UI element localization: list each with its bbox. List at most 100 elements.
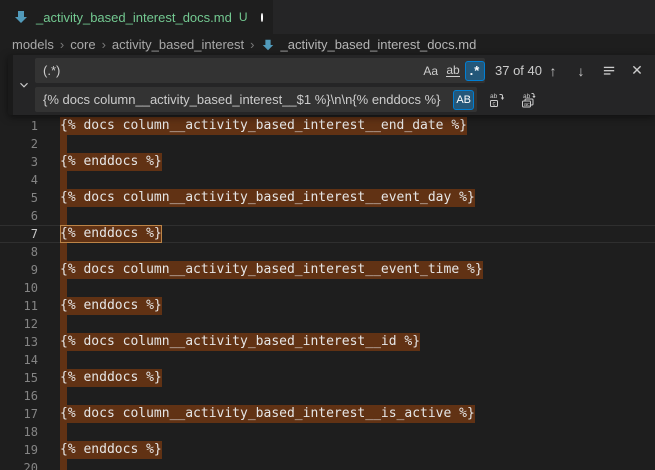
code-line[interactable]: 15 {% enddocs %} [0, 369, 655, 387]
code-line[interactable]: 19 {% enddocs %} [0, 441, 655, 459]
search-row: (.*) Aa ab .* 37 of 40 ↑ ↓ [35, 58, 655, 83]
code-line[interactable]: 9 {% docs column__activity_based_interest… [0, 261, 655, 279]
replace-input[interactable]: {% docs column__activity_based_interest_… [35, 87, 477, 112]
code-line[interactable]: 5 {% docs column__activity_based_interest… [0, 189, 655, 207]
svg-text:c: c [493, 101, 496, 107]
tab-bar: _activity_based_interest_docs.md U [0, 0, 655, 34]
code-line[interactable]: 2 [0, 135, 655, 153]
regex-button[interactable]: .* [465, 61, 485, 81]
find-match: {% docs column__activity_based_interest_… [60, 405, 475, 423]
find-match [60, 171, 67, 189]
code-line[interactable]: 14 [0, 351, 655, 369]
replace-row: {% docs column__activity_based_interest_… [35, 87, 655, 112]
find-match [60, 351, 67, 369]
arrow-up-icon: ↑ [550, 63, 557, 79]
find-match: {% enddocs %} [60, 369, 162, 387]
replace-value: {% docs column__activity_based_interest_… [43, 92, 451, 107]
code-line[interactable]: 4 [0, 171, 655, 189]
line-number: 8 [0, 243, 38, 261]
breadcrumb-item-file[interactable]: _activity_based_interest_docs.md [261, 37, 477, 52]
line-number: 9 [0, 261, 38, 279]
line-number: 1 [0, 117, 38, 135]
line-number: 5 [0, 189, 38, 207]
code-line[interactable]: 20 [0, 459, 655, 470]
find-match-current: {% enddocs %} [60, 225, 162, 243]
code-line[interactable]: 1 {% docs column__activity_based_interest… [0, 117, 655, 135]
arrow-down-icon: ↓ [578, 63, 585, 79]
unsaved-changes-dot-icon[interactable] [261, 13, 263, 22]
line-number: 4 [0, 171, 38, 189]
breadcrumb-item-core[interactable]: core [70, 37, 95, 52]
code-line[interactable]: 7 {% enddocs %} [0, 225, 655, 243]
replace-icon: ab c [489, 92, 505, 108]
markdown-file-icon [261, 38, 275, 52]
find-match: {% enddocs %} [60, 153, 162, 171]
breadcrumb: models › core › activity_based_interest … [0, 34, 655, 55]
find-match [60, 279, 67, 297]
code-line[interactable]: 17 {% docs column__activity_based_interes… [0, 405, 655, 423]
line-number: 15 [0, 369, 38, 387]
close-icon: ✕ [631, 62, 643, 79]
match-case-button[interactable]: Aa [420, 61, 441, 81]
line-number: 17 [0, 405, 38, 423]
tab-activity-docs[interactable]: _activity_based_interest_docs.md U [0, 0, 273, 34]
find-match: {% enddocs %} [60, 441, 162, 459]
line-number: 16 [0, 387, 38, 405]
line-number: 2 [0, 135, 38, 153]
whole-word-button[interactable]: ab [443, 61, 463, 81]
replace-all-icon: ab ac [520, 92, 536, 108]
line-number: 6 [0, 207, 38, 225]
line-number: 13 [0, 333, 38, 351]
find-match: {% enddocs %} [60, 297, 162, 315]
breadcrumb-item-activity-based-interest[interactable]: activity_based_interest [112, 37, 244, 52]
code-line[interactable]: 13 {% docs column__activity_based_interes… [0, 333, 655, 351]
match-count: 37 of 40 [495, 63, 542, 78]
find-match [60, 423, 67, 441]
replace-all-button[interactable]: ab ac [517, 89, 539, 111]
code-line[interactable]: 12 [0, 315, 655, 333]
find-match [60, 135, 67, 153]
code-line[interactable]: 8 [0, 243, 655, 261]
search-input[interactable]: (.*) Aa ab .* [35, 58, 485, 83]
preserve-case-button[interactable]: AB [453, 90, 474, 110]
breadcrumb-separator: › [102, 37, 106, 52]
replace-one-button[interactable]: ab c [486, 89, 508, 111]
editor[interactable]: 1 {% docs column__activity_based_interest… [0, 117, 655, 470]
git-status-badge: U [239, 10, 248, 24]
find-in-selection-button[interactable] [598, 60, 620, 82]
code-line[interactable]: 16 [0, 387, 655, 405]
find-match [60, 387, 67, 405]
breadcrumb-filename: _activity_based_interest_docs.md [281, 37, 477, 52]
search-value: (.*) [43, 63, 418, 78]
vscode-window: _activity_based_interest_docs.md U model… [0, 0, 655, 470]
find-match [60, 243, 67, 261]
line-number: 7 [0, 225, 38, 243]
breadcrumb-item-models[interactable]: models [12, 37, 54, 52]
close-find-button[interactable]: ✕ [626, 60, 648, 82]
find-match: {% docs column__activity_based_interest_… [60, 117, 467, 135]
line-number: 11 [0, 297, 38, 315]
next-match-button[interactable]: ↓ [570, 60, 592, 82]
find-replace-widget: (.*) Aa ab .* 37 of 40 ↑ ↓ [8, 55, 655, 115]
find-match: {% docs column__activity_based_interest_… [60, 333, 420, 351]
tab-filename: _activity_based_interest_docs.md [36, 10, 232, 25]
previous-match-button[interactable]: ↑ [542, 60, 564, 82]
line-number: 20 [0, 459, 38, 470]
markdown-file-icon [13, 9, 29, 25]
find-match [60, 315, 67, 333]
breadcrumb-separator: › [250, 37, 254, 52]
code-line[interactable]: 10 [0, 279, 655, 297]
code-line[interactable]: 6 [0, 207, 655, 225]
breadcrumb-separator: › [60, 37, 64, 52]
toggle-replace-button[interactable] [13, 55, 35, 115]
find-match: {% docs column__activity_based_interest_… [60, 189, 475, 207]
line-number: 19 [0, 441, 38, 459]
find-match: {% docs column__activity_based_interest_… [60, 261, 483, 279]
code-line[interactable]: 3 {% enddocs %} [0, 153, 655, 171]
line-number: 10 [0, 279, 38, 297]
code-line[interactable]: 18 [0, 423, 655, 441]
code-line[interactable]: 11 {% enddocs %} [0, 297, 655, 315]
line-number: 18 [0, 423, 38, 441]
svg-text:ac: ac [524, 101, 530, 107]
line-number: 3 [0, 153, 38, 171]
